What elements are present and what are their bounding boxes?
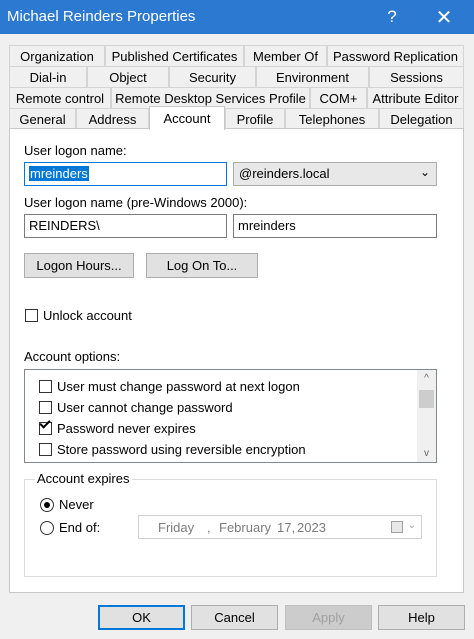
tab-password-replication[interactable]: Password Replication [327, 45, 464, 66]
list-item[interactable]: User must change password at next logon [39, 376, 300, 396]
tab-account[interactable]: Account [149, 106, 225, 130]
end-of-label: End of: [59, 520, 101, 535]
end-of-radio[interactable] [40, 521, 54, 535]
apply-button[interactable]: Apply [285, 605, 372, 630]
tab-row-1: Organization Published Certificates Memb… [9, 45, 464, 66]
dialog-button-bar: OK Cancel Apply Help [0, 600, 474, 639]
date-year: 2023 [297, 520, 326, 535]
unlock-account-checkbox[interactable] [25, 309, 38, 322]
tab-com-plus[interactable]: COM+ [310, 87, 367, 108]
calendar-icon[interactable] [391, 521, 403, 533]
tab-published-certificates[interactable]: Published Certificates [105, 45, 244, 66]
tab-member-of[interactable]: Member Of [244, 45, 327, 66]
option-checkbox[interactable] [39, 400, 52, 414]
tab-profile[interactable]: Profile [225, 108, 285, 129]
domain-select[interactable]: @reinders.local ⌄ [233, 162, 437, 186]
option-label: Password never expires [57, 420, 196, 436]
title-bar: Michael Reinders Properties ? ✕ [0, 0, 474, 34]
tab-sessions[interactable]: Sessions [369, 66, 464, 87]
list-item[interactable]: Password never expires [39, 418, 196, 438]
ok-button[interactable]: OK [98, 605, 185, 630]
tab-attribute-editor[interactable]: Attribute Editor [367, 87, 464, 108]
close-icon: ✕ [435, 6, 453, 29]
tab-telephones[interactable]: Telephones [285, 108, 379, 129]
chevron-up-icon[interactable]: ^ [417, 370, 436, 387]
domain-value: @reinders.local [239, 166, 330, 181]
option-checkbox[interactable] [39, 442, 52, 456]
tab-dial-in[interactable]: Dial-in [9, 66, 87, 87]
option-label: User cannot change password [57, 399, 233, 415]
pre2000-domain-field: REINDERS\ [24, 214, 227, 238]
option-label: User must change password at next logon [57, 378, 300, 394]
tab-environment[interactable]: Environment [256, 66, 369, 87]
chevron-down-icon[interactable]: ⌄ [408, 520, 416, 531]
log-on-to-button[interactable]: Log On To... [146, 253, 258, 278]
logon-name-label: User logon name: [24, 143, 127, 158]
account-expires-label: Account expires [35, 471, 132, 486]
tab-remote-control[interactable]: Remote control [9, 87, 111, 108]
chevron-down-icon: ⌄ [419, 165, 430, 179]
chevron-down-icon[interactable]: v [417, 445, 436, 462]
options-scrollbar[interactable]: ^ v [417, 370, 436, 462]
question-icon: ? [387, 7, 397, 26]
pre2000-name-value: mreinders [238, 218, 296, 233]
never-label: Never [59, 497, 94, 512]
option-checkbox[interactable] [39, 379, 52, 393]
tab-organization[interactable]: Organization [9, 45, 105, 66]
option-label: Store password using reversible encrypti… [57, 441, 306, 457]
cancel-button[interactable]: Cancel [191, 605, 278, 630]
account-options-label: Account options: [24, 349, 121, 364]
help-button[interactable]: Help [378, 605, 465, 630]
logon-hours-button[interactable]: Logon Hours... [24, 253, 134, 278]
date-month: February [219, 520, 272, 535]
pre2000-domain-value: REINDERS\ [29, 218, 100, 233]
tab-security[interactable]: Security [169, 66, 256, 87]
tab-row-3: Remote control Remote Desktop Services P… [9, 87, 464, 108]
tab-row-4: General Address Account Profile Telephon… [9, 106, 464, 130]
account-options-list[interactable]: User must change password at next logon … [24, 369, 437, 463]
unlock-account-label: Unlock account [43, 308, 132, 323]
expiry-date-picker[interactable]: Friday , February 17, 2023 ⌄ [138, 515, 422, 539]
tab-address[interactable]: Address [76, 108, 149, 129]
pre2000-label: User logon name (pre-Windows 2000): [24, 195, 248, 210]
list-item[interactable]: Store password using reversible encrypti… [39, 439, 306, 459]
option-checkbox[interactable] [39, 421, 52, 435]
tab-row-2: Dial-in Object Security Environment Sess… [9, 66, 464, 87]
window-title: Michael Reinders Properties [7, 8, 196, 25]
close-button[interactable]: ✕ [422, 0, 466, 34]
tab-delegation[interactable]: Delegation [379, 108, 464, 129]
date-separator: , [207, 520, 211, 535]
list-item[interactable]: User cannot change password [39, 397, 233, 417]
tab-remote-desktop-services-profile[interactable]: Remote Desktop Services Profile [111, 87, 310, 108]
logon-name-value: mreinders [29, 166, 89, 181]
tab-object[interactable]: Object [87, 66, 169, 87]
properties-dialog: Michael Reinders Properties ? ✕ Organiza… [0, 0, 474, 639]
account-panel: User logon name: mreinders @reinders.loc… [9, 128, 464, 593]
scrollbar-thumb[interactable] [419, 390, 434, 408]
logon-name-input[interactable]: mreinders [24, 162, 227, 186]
tab-general[interactable]: General [9, 108, 76, 129]
pre2000-name-input[interactable]: mreinders [233, 214, 437, 238]
never-radio[interactable] [40, 498, 54, 512]
help-title-button[interactable]: ? [370, 0, 414, 34]
date-weekday: Friday [158, 520, 195, 535]
date-day: 17, [277, 520, 296, 535]
